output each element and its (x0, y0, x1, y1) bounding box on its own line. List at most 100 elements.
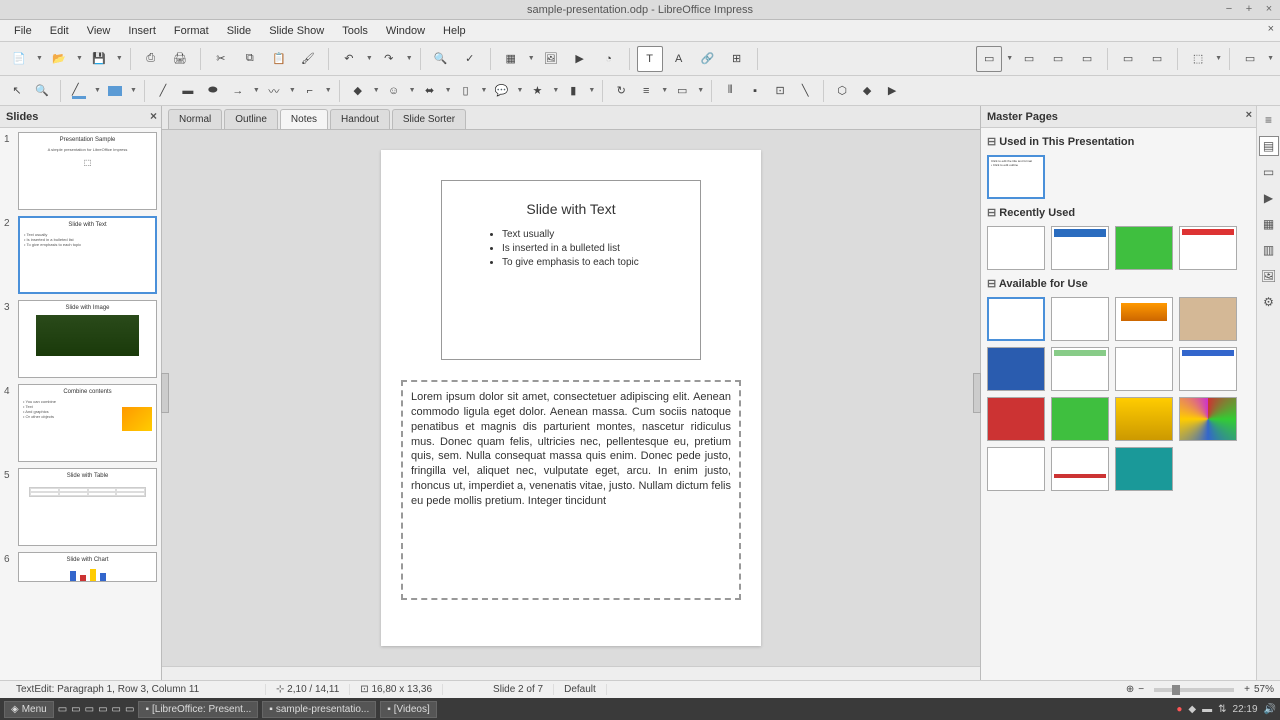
sidebar-menu-icon[interactable]: ≡ (1259, 110, 1279, 130)
menu-file[interactable]: File (6, 23, 40, 39)
tab-normal[interactable]: Normal (168, 109, 222, 129)
copy-icon[interactable]: ⧉ (237, 46, 263, 72)
extrusion-icon[interactable]: ▶ (881, 80, 903, 102)
master-thumb-avail-2[interactable] (1051, 297, 1109, 341)
arrange-icon[interactable]: ▭ (671, 80, 693, 102)
image-icon[interactable]: 🖼 (538, 46, 564, 72)
callout-icon[interactable]: 💬 (490, 80, 512, 102)
sidebar-properties-icon[interactable]: ▤ (1259, 136, 1279, 156)
shadow2-icon[interactable]: ▪ (744, 80, 766, 102)
chart-icon[interactable]: ◔ (596, 46, 622, 72)
minimize-button[interactable]: − (1222, 2, 1236, 16)
curve-icon[interactable]: 〰 (263, 80, 285, 102)
taskbar-terminal-icon[interactable]: ▭ (85, 704, 94, 715)
tab-handout[interactable]: Handout (330, 109, 390, 129)
master-thumb-avail-11[interactable] (1115, 397, 1173, 441)
rotate-icon[interactable]: ↻ (610, 80, 632, 102)
master-thumb-recent-1[interactable] (987, 226, 1045, 270)
vtextbox-icon[interactable]: A (666, 46, 692, 72)
arrow-icon[interactable]: → (227, 80, 249, 102)
slide-thumb-6[interactable]: Slide with Chart (18, 552, 157, 582)
tray-network-icon[interactable]: ⇅ (1218, 704, 1226, 715)
start-current-icon[interactable]: ▭ (1074, 46, 1100, 72)
find-icon[interactable]: 🔍 (428, 46, 454, 72)
3d-icon[interactable]: ⬚ (1185, 46, 1211, 72)
master-thumb-avail-10[interactable] (1051, 397, 1109, 441)
master-thumb-avail-9[interactable] (987, 397, 1045, 441)
maximize-button[interactable]: + (1242, 2, 1256, 16)
textbox-icon[interactable]: T (637, 46, 663, 72)
taskbar-item-sample[interactable]: ▪ sample-presentatio... (262, 701, 376, 718)
master-thumb-avail-15[interactable] (1115, 447, 1173, 491)
collapse-master-handle[interactable] (973, 373, 981, 413)
sidebar-slide-transition-icon[interactable]: ▭ (1259, 162, 1279, 182)
flowchart-icon[interactable]: ▯ (455, 80, 477, 102)
ellipse-icon[interactable]: ⬬ (202, 80, 224, 102)
taskbar-files-icon[interactable]: ▭ (71, 704, 80, 715)
zoom-pan-icon[interactable]: 🔍 (31, 80, 53, 102)
align-icon[interactable]: ≡ (635, 80, 657, 102)
close-master-panel-icon[interactable]: × (1246, 109, 1252, 121)
master-thumb-avail-4[interactable] (1179, 297, 1237, 341)
layout2-icon[interactable]: ▭ (1144, 46, 1170, 72)
slide-thumb-4[interactable]: Combine contents • You can combine • Tex… (18, 384, 157, 462)
tray-volume-icon[interactable]: 🔊 (1264, 704, 1276, 715)
sidebar-master-icon[interactable]: ▦ (1259, 214, 1279, 234)
slide-preview[interactable]: Slide with Text Text usually Is inserted… (441, 180, 701, 360)
close-document-icon[interactable]: × (1268, 23, 1274, 35)
master-thumb-avail-12[interactable] (1179, 397, 1237, 441)
zoom-percent[interactable]: 57% (1254, 684, 1274, 695)
taskbar-show-desktop-icon[interactable]: ▭ (58, 704, 67, 715)
master-slide-icon[interactable]: ▭ (1016, 46, 1042, 72)
open-icon[interactable]: 📂 (46, 46, 72, 72)
tab-slide-sorter[interactable]: Slide Sorter (392, 109, 466, 129)
menu-slideshow[interactable]: Slide Show (261, 23, 332, 39)
select-icon[interactable]: ↖ (6, 80, 28, 102)
glue-icon[interactable]: ◆ (856, 80, 878, 102)
stars-icon[interactable]: ★ (526, 80, 548, 102)
print-icon[interactable]: 🖨 (167, 46, 193, 72)
section-used[interactable]: Used in This Presentation (987, 132, 1250, 151)
menu-edit[interactable]: Edit (42, 23, 77, 39)
master-thumb-avail-13[interactable] (987, 447, 1045, 491)
tray-record-icon[interactable]: ● (1176, 704, 1182, 715)
master-thumb-avail-5[interactable] (987, 347, 1045, 391)
slide-thumb-1[interactable]: Presentation Sample A simple presentatio… (18, 132, 157, 210)
connector-icon[interactable]: ⌐ (299, 80, 321, 102)
master-thumb-avail-1[interactable] (987, 297, 1045, 341)
slide-thumb-2[interactable]: Slide with Text • Text usually • Is inse… (18, 216, 157, 294)
line-icon[interactable]: ╱ (152, 80, 174, 102)
taskbar-app2-icon[interactable]: ▭ (125, 704, 134, 715)
sidebar-gallery-icon[interactable]: 🖼 (1259, 266, 1279, 286)
master-thumb-used-1[interactable]: Click to edit the title text format• Cli… (987, 155, 1045, 199)
save-icon[interactable]: 💾 (86, 46, 112, 72)
shadow-icon[interactable]: ▭ (1237, 46, 1263, 72)
notes-textbox[interactable]: Lorem ipsum dolor sit amet, consectetuer… (401, 380, 741, 600)
tray-clock[interactable]: 22:19 (1233, 704, 1258, 715)
display-views-icon[interactable]: ▭ (976, 46, 1002, 72)
master-thumb-recent-2[interactable] (1051, 226, 1109, 270)
fill-color-icon[interactable] (104, 80, 126, 102)
symbol-shapes-icon[interactable]: ☺ (383, 80, 405, 102)
start-first-icon[interactable]: ▭ (1045, 46, 1071, 72)
tab-notes[interactable]: Notes (280, 109, 328, 129)
undo-icon[interactable]: ↶ (336, 46, 362, 72)
basic-shapes-icon[interactable]: ◆ (347, 80, 369, 102)
distribute-icon[interactable]: ⫴ (719, 80, 741, 102)
master-thumb-avail-6[interactable] (1051, 347, 1109, 391)
menu-window[interactable]: Window (378, 23, 433, 39)
clone-format-icon[interactable]: 🖌 (295, 46, 321, 72)
fit-page-icon[interactable]: ⊕ (1126, 684, 1134, 695)
taskbar-app-icon[interactable]: ▭ (112, 704, 121, 715)
crop-icon[interactable]: ⊡ (769, 80, 791, 102)
master-thumb-recent-3[interactable] (1115, 226, 1173, 270)
master-thumb-avail-3[interactable] (1115, 297, 1173, 341)
slide-thumb-3[interactable]: Slide with Image (18, 300, 157, 378)
tray-shield-icon[interactable]: ◆ (1188, 704, 1196, 715)
master-thumb-avail-7[interactable] (1115, 347, 1173, 391)
tab-outline[interactable]: Outline (224, 109, 278, 129)
sidebar-animation-icon[interactable]: ▶ (1259, 188, 1279, 208)
master-thumb-recent-4[interactable] (1179, 226, 1237, 270)
points-icon[interactable]: ⬡ (831, 80, 853, 102)
taskbar-browser-icon[interactable]: ▭ (98, 704, 107, 715)
